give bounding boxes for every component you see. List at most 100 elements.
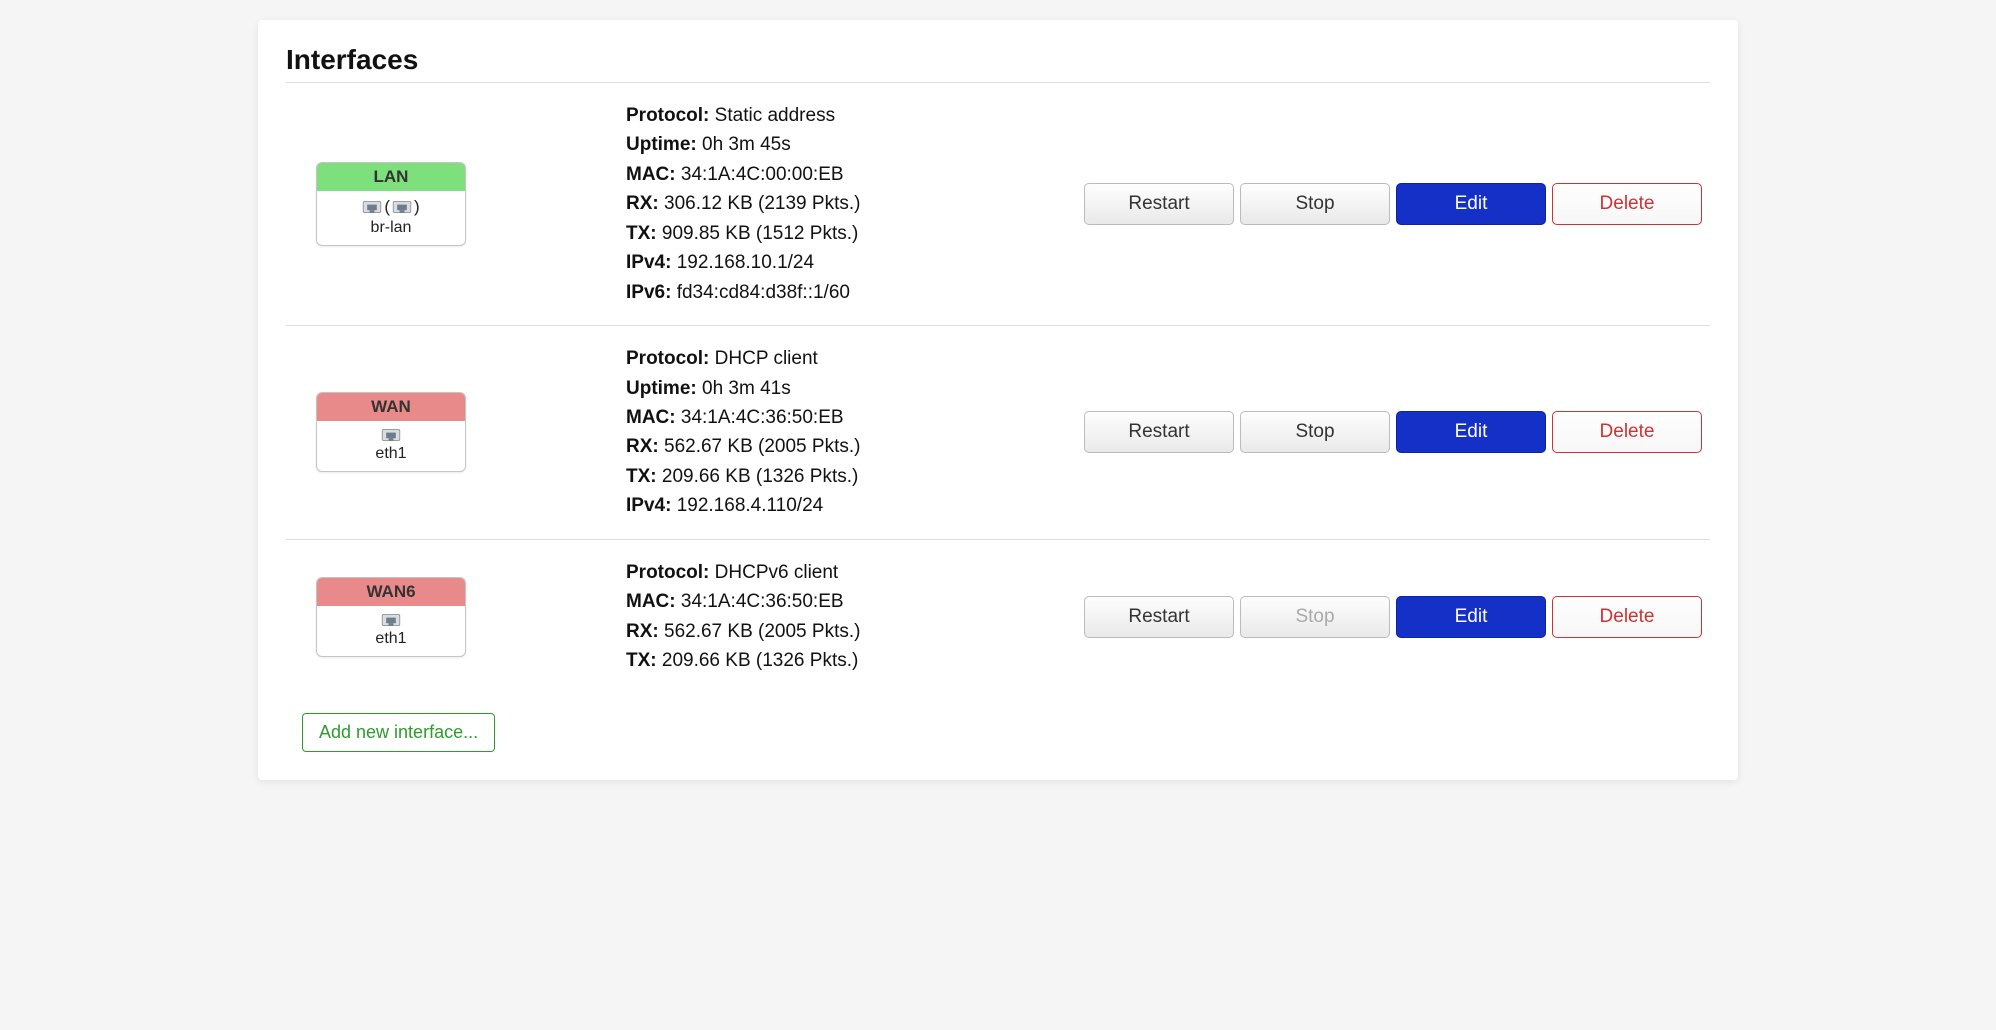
stop-button: Stop: [1240, 596, 1390, 638]
interface-info: Protocol: Static addressUptime: 0h 3m 45…: [626, 101, 1084, 307]
interface-actions: RestartStopEditDelete: [1084, 183, 1710, 225]
interface-row: LAN()br-lanProtocol: Static addressUptim…: [286, 83, 1710, 326]
info-value: DHCP client: [715, 348, 818, 369]
interface-badge-column: LAN () br-lan: [286, 162, 626, 246]
info-line-mac: MAC: 34:1A:4C:36:50:EB: [626, 587, 1084, 616]
info-value: fd34:cd84:d38f::1/60: [677, 282, 850, 303]
interface-icon-row: (): [321, 197, 461, 217]
delete-button[interactable]: Delete: [1552, 183, 1702, 225]
interface-row: WANeth1Protocol: DHCP clientUptime: 0h 3…: [286, 326, 1710, 540]
info-line-protocol: Protocol: DHCP client: [626, 344, 1084, 373]
info-line-tx: TX: 909.85 KB (1512 Pkts.): [626, 219, 1084, 248]
interfaces-panel: Interfaces LAN () br-lan Protocol: Static a…: [258, 20, 1738, 780]
info-value: 34:1A:4C:36:50:EB: [681, 407, 844, 428]
interface-badge-name: WAN: [317, 393, 465, 421]
interface-actions: RestartStopEditDelete: [1084, 596, 1710, 638]
info-line-ipv4: IPv4: 192.168.10.1/24: [626, 248, 1084, 277]
interface-device-name: eth1: [321, 445, 461, 463]
stop-button[interactable]: Stop: [1240, 183, 1390, 225]
info-line-rx: RX: 306.12 KB (2139 Pkts.): [626, 189, 1084, 218]
info-line-mac: MAC: 34:1A:4C:00:00:EB: [626, 160, 1084, 189]
edit-button[interactable]: Edit: [1396, 411, 1546, 453]
info-label: TX:: [626, 223, 662, 244]
interface-badge[interactable]: WAN6 eth1: [316, 577, 466, 657]
page-title: Interfaces: [286, 44, 1710, 76]
info-label: MAC:: [626, 407, 681, 428]
add-row: Add new interface...: [286, 693, 1710, 756]
ethernet-port-icon: [381, 427, 401, 443]
info-line-tx: TX: 209.66 KB (1326 Pkts.): [626, 462, 1084, 491]
info-label: TX:: [626, 650, 662, 671]
info-value: 34:1A:4C:36:50:EB: [681, 591, 844, 612]
interface-device-name: br-lan: [321, 219, 461, 237]
info-value: 0h 3m 41s: [702, 378, 791, 399]
interface-icon-row: [321, 427, 461, 443]
info-line-uptime: Uptime: 0h 3m 41s: [626, 374, 1084, 403]
info-value: Static address: [715, 105, 835, 126]
info-label: IPv4:: [626, 252, 677, 273]
edit-button[interactable]: Edit: [1396, 183, 1546, 225]
interface-icon-row: [321, 612, 461, 628]
info-label: RX:: [626, 436, 664, 457]
interface-info: Protocol: DHCPv6 clientMAC: 34:1A:4C:36:…: [626, 558, 1084, 676]
interface-badge[interactable]: WAN eth1: [316, 392, 466, 472]
info-label: Protocol:: [626, 562, 715, 583]
info-value: 562.67 KB (2005 Pkts.): [664, 436, 860, 457]
info-line-rx: RX: 562.67 KB (2005 Pkts.): [626, 432, 1084, 461]
paren-close: ): [414, 197, 420, 217]
delete-button[interactable]: Delete: [1552, 411, 1702, 453]
info-line-protocol: Protocol: DHCPv6 client: [626, 558, 1084, 587]
interface-badge-body: () br-lan: [317, 191, 465, 245]
interface-device-name: eth1: [321, 630, 461, 648]
info-line-uptime: Uptime: 0h 3m 45s: [626, 130, 1084, 159]
info-line-rx: RX: 562.67 KB (2005 Pkts.): [626, 617, 1084, 646]
info-label: IPv6:: [626, 282, 677, 303]
info-label: IPv4:: [626, 495, 677, 516]
interface-badge-name: LAN: [317, 163, 465, 191]
add-interface-button[interactable]: Add new interface...: [302, 713, 495, 752]
ethernet-port-icon: [362, 199, 382, 215]
interface-badge-body: eth1: [317, 606, 465, 656]
interface-badge-body: eth1: [317, 421, 465, 471]
info-label: MAC:: [626, 164, 681, 185]
info-value: 562.67 KB (2005 Pkts.): [664, 621, 860, 642]
info-label: Uptime:: [626, 134, 702, 155]
interface-actions: RestartStopEditDelete: [1084, 411, 1710, 453]
info-line-mac: MAC: 34:1A:4C:36:50:EB: [626, 403, 1084, 432]
info-value: 306.12 KB (2139 Pkts.): [664, 193, 860, 214]
info-line-ipv6: IPv6: fd34:cd84:d38f::1/60: [626, 278, 1084, 307]
info-label: RX:: [626, 193, 664, 214]
interface-badge-column: WAN6 eth1: [286, 577, 626, 657]
interface-info: Protocol: DHCP clientUptime: 0h 3m 41sMA…: [626, 344, 1084, 521]
info-line-tx: TX: 209.66 KB (1326 Pkts.): [626, 646, 1084, 675]
info-value: 192.168.10.1/24: [677, 252, 814, 273]
info-value: 209.66 KB (1326 Pkts.): [662, 650, 858, 671]
info-line-protocol: Protocol: Static address: [626, 101, 1084, 130]
info-value: 209.66 KB (1326 Pkts.): [662, 466, 858, 487]
interface-badge[interactable]: LAN () br-lan: [316, 162, 466, 246]
interface-badge-column: WAN eth1: [286, 392, 626, 472]
paren-open: (: [384, 197, 390, 217]
info-label: Protocol:: [626, 348, 715, 369]
restart-button[interactable]: Restart: [1084, 411, 1234, 453]
info-value: DHCPv6 client: [715, 562, 839, 583]
info-label: Uptime:: [626, 378, 702, 399]
restart-button[interactable]: Restart: [1084, 596, 1234, 638]
info-value: 192.168.4.110/24: [677, 495, 824, 516]
info-value: 909.85 KB (1512 Pkts.): [662, 223, 858, 244]
info-value: 0h 3m 45s: [702, 134, 791, 155]
interface-row: WAN6eth1Protocol: DHCPv6 clientMAC: 34:1…: [286, 540, 1710, 694]
edit-button[interactable]: Edit: [1396, 596, 1546, 638]
interface-badge-name: WAN6: [317, 578, 465, 606]
info-line-ipv4: IPv4: 192.168.4.110/24: [626, 491, 1084, 520]
info-label: Protocol:: [626, 105, 715, 126]
info-label: TX:: [626, 466, 662, 487]
restart-button[interactable]: Restart: [1084, 183, 1234, 225]
stop-button[interactable]: Stop: [1240, 411, 1390, 453]
info-label: RX:: [626, 621, 664, 642]
info-value: 34:1A:4C:00:00:EB: [681, 164, 844, 185]
ethernet-port-icon: [381, 612, 401, 628]
delete-button[interactable]: Delete: [1552, 596, 1702, 638]
ethernet-port-icon: [392, 199, 412, 215]
info-label: MAC:: [626, 591, 681, 612]
